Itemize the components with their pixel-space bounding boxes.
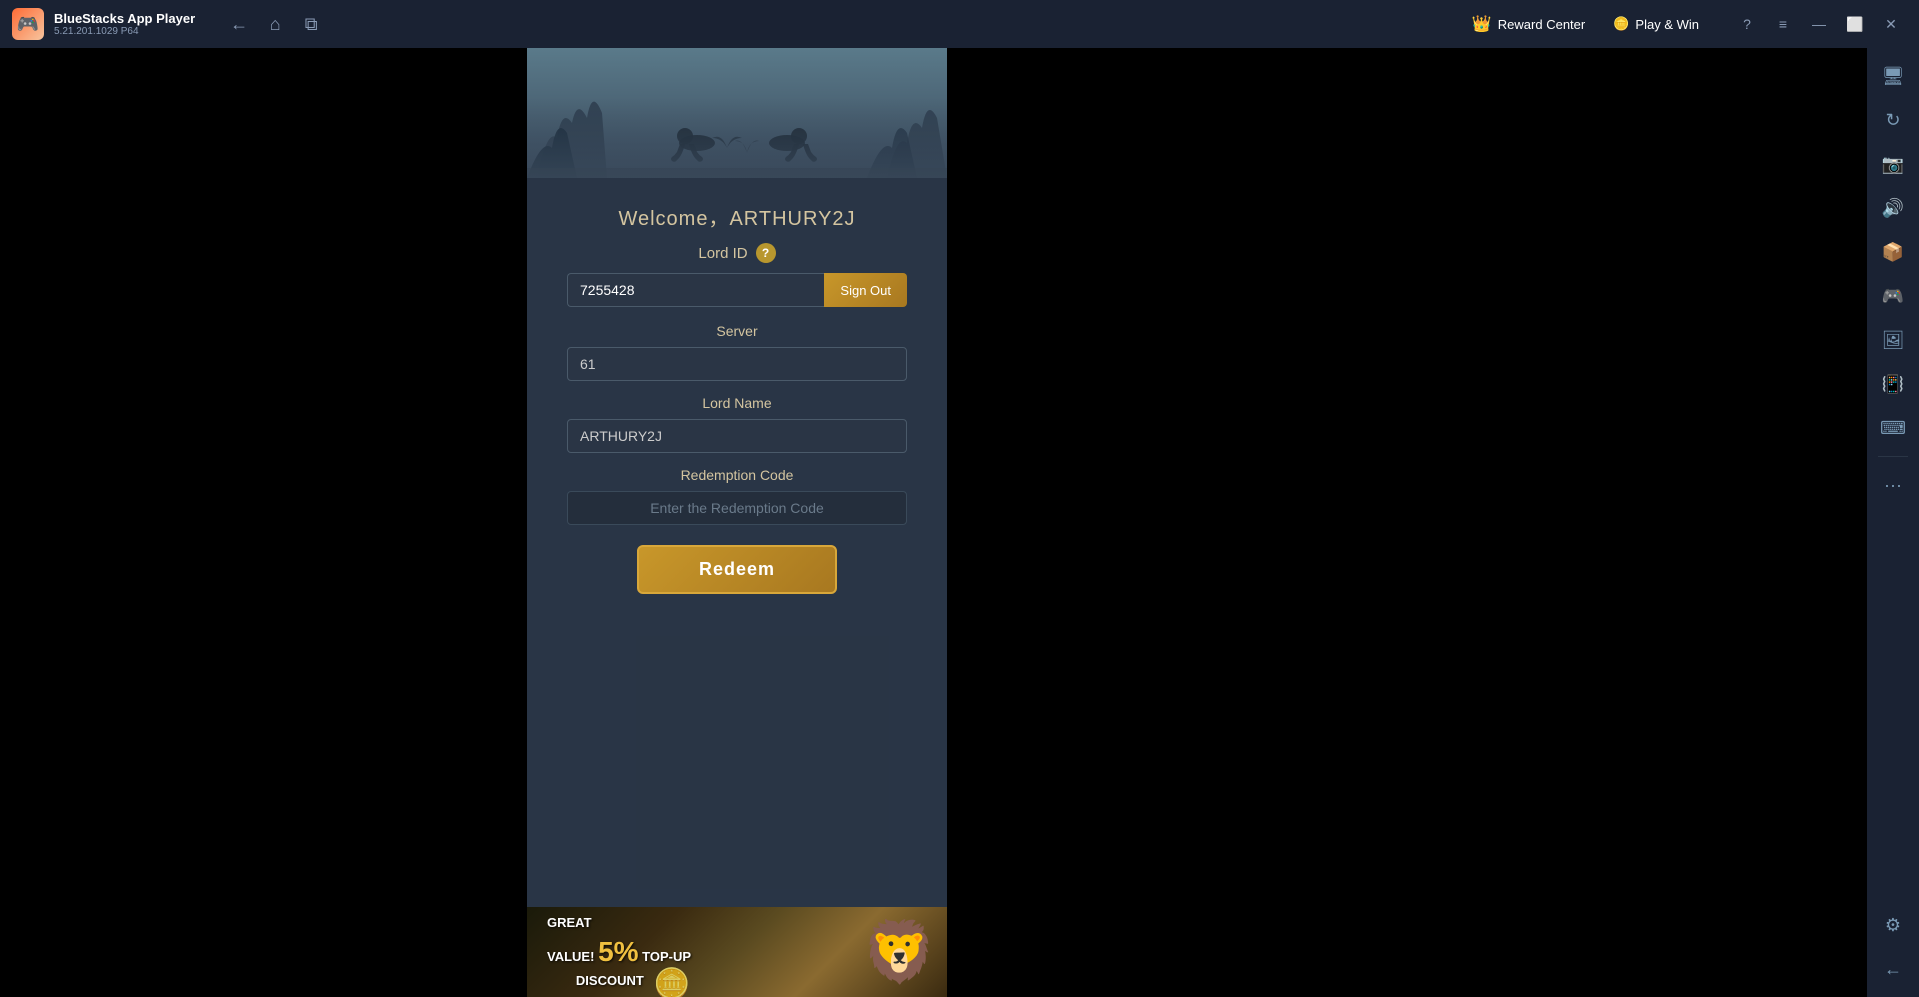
sidebar-screenshot-icon[interactable]: 🖼	[1873, 320, 1913, 360]
maximize-button[interactable]: ⬜	[1839, 8, 1871, 40]
app-logo: 🎮	[12, 8, 44, 40]
lord-id-input-row: Sign Out	[567, 273, 907, 307]
crown-icon: 👑	[1472, 14, 1492, 34]
sidebar-more-icon[interactable]: ···	[1873, 465, 1913, 505]
sidebar-volume-icon[interactable]: 🔊	[1873, 188, 1913, 228]
menu-button[interactable]: ≡	[1767, 8, 1799, 40]
sidebar-display-icon[interactable]: 🖥	[1873, 56, 1913, 96]
app-name: BlueStacks App Player	[54, 11, 195, 26]
game-header-art	[527, 48, 947, 178]
play-win-button[interactable]: 🪙 Play & Win	[1605, 12, 1707, 36]
minimize-button[interactable]: —	[1803, 8, 1835, 40]
banner-text: GREATVALUE! 5% TOP-UP DISCOUNT	[547, 914, 691, 990]
sidebar-controller-icon[interactable]: 🎮	[1873, 276, 1913, 316]
sidebar-keyboard-icon[interactable]: ⌨	[1873, 408, 1913, 448]
titlebar-right: 👑 Reward Center 🪙 Play & Win ? ≡ — ⬜ ✕	[1464, 8, 1907, 40]
app-version: 5.21.201.1029 P64	[54, 26, 195, 37]
lord-id-help-icon[interactable]: ?	[756, 243, 776, 263]
titlebar-nav: ← ⌂ ⧉	[225, 10, 325, 38]
form-card: Welcome，ARTHURY2J Lord ID ? Sign Out Ser…	[527, 178, 947, 907]
redemption-code-label: Redemption Code	[567, 467, 907, 483]
welcome-text: Welcome，ARTHURY2J	[618, 202, 855, 231]
sidebar-shake-icon[interactable]: 📳	[1873, 364, 1913, 404]
lord-name-label: Lord Name	[567, 395, 907, 411]
lord-name-input[interactable]	[567, 419, 907, 453]
sidebar-apk-icon[interactable]: 📦	[1873, 232, 1913, 272]
sidebar-rotate-icon[interactable]: ↻	[1873, 100, 1913, 140]
main-area: Welcome，ARTHURY2J Lord ID ? Sign Out Ser…	[0, 48, 1919, 997]
great-value-text: GREATVALUE!	[547, 915, 594, 964]
reward-center-label: Reward Center	[1498, 17, 1585, 32]
sidebar-divider	[1878, 456, 1908, 457]
window-controls: ? ≡ — ⬜ ✕	[1731, 8, 1907, 40]
multi-button[interactable]: ⧉	[297, 10, 325, 38]
back-button[interactable]: ←	[225, 10, 253, 38]
server-input[interactable]	[567, 347, 907, 381]
header-silhouette-svg	[527, 48, 947, 178]
lord-id-row: Lord ID ?	[698, 243, 775, 263]
app-title-block: BlueStacks App Player 5.21.201.1029 P64	[54, 11, 195, 37]
banner-percent: 5%	[598, 936, 638, 967]
game-panel: Welcome，ARTHURY2J Lord ID ? Sign Out Ser…	[527, 48, 947, 997]
redeem-button[interactable]: Redeem	[637, 545, 837, 594]
promotion-banner[interactable]: GREATVALUE! 5% TOP-UP DISCOUNT 🦁 🪙	[527, 907, 947, 997]
play-win-label: Play & Win	[1635, 17, 1699, 32]
help-button[interactable]: ?	[1731, 8, 1763, 40]
lion-icon: 🦁	[862, 917, 937, 988]
left-panel	[0, 48, 527, 997]
lord-id-label: Lord ID	[698, 245, 747, 262]
sidebar-gear-icon[interactable]: ⚙	[1873, 905, 1913, 945]
redemption-code-input[interactable]	[567, 491, 907, 525]
sidebar-right: 🖥 ↻ 📷 🔊 📦 🎮 🖼 📳 ⌨ ··· ⚙ ←	[1867, 48, 1919, 997]
sign-out-button[interactable]: Sign Out	[824, 273, 907, 307]
close-button[interactable]: ✕	[1875, 8, 1907, 40]
titlebar-left: 🎮 BlueStacks App Player 5.21.201.1029 P6…	[12, 8, 1464, 40]
sidebar-camera-icon[interactable]: 📷	[1873, 144, 1913, 184]
titlebar: 🎮 BlueStacks App Player 5.21.201.1029 P6…	[0, 0, 1919, 48]
home-button[interactable]: ⌂	[261, 10, 289, 38]
right-panel	[947, 48, 1867, 997]
sidebar-arrow-icon[interactable]: ←	[1873, 949, 1913, 989]
lord-id-input[interactable]	[567, 273, 824, 307]
reward-center-button[interactable]: 👑 Reward Center	[1464, 10, 1593, 38]
server-label: Server	[567, 323, 907, 339]
coin-icon: 🪙	[1613, 16, 1629, 32]
